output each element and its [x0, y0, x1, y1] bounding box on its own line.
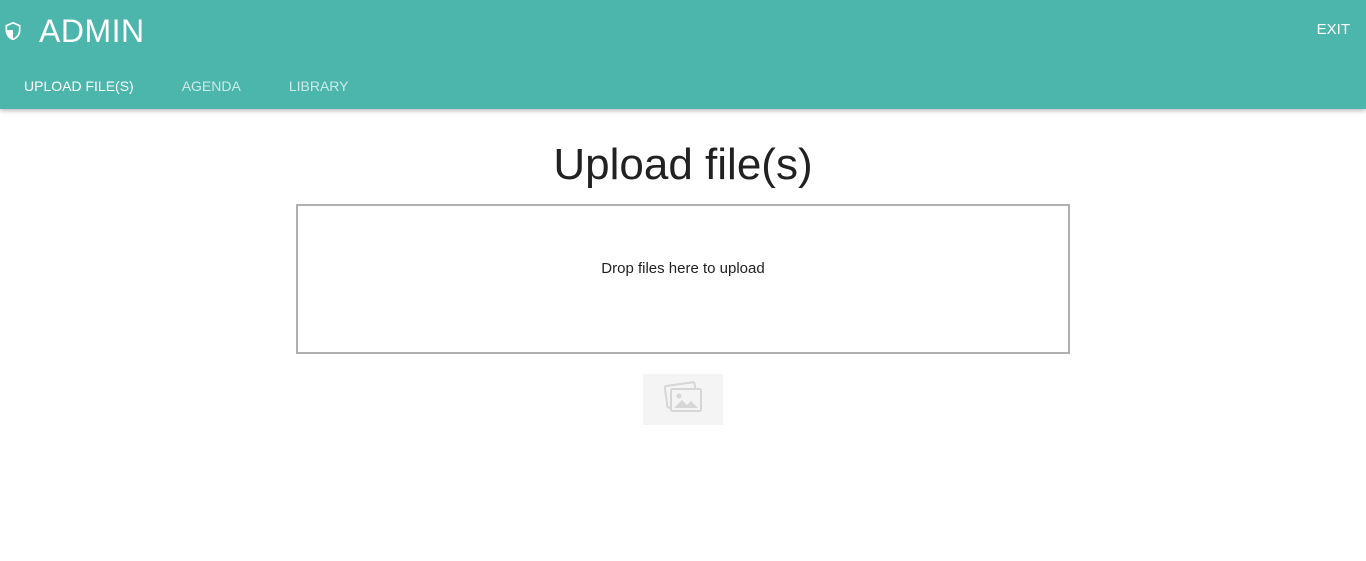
app-header: ADMIN EXIT UPLOAD FILE(S) AGENDA LIBRARY	[0, 0, 1366, 109]
tab-library[interactable]: LIBRARY	[265, 64, 373, 109]
tab-agenda[interactable]: AGENDA	[158, 64, 265, 109]
file-preview-placeholder	[643, 374, 723, 425]
image-placeholder-icon	[663, 380, 703, 419]
exit-button[interactable]: EXIT	[1317, 20, 1350, 40]
app-title: ADMIN	[39, 13, 145, 49]
brand: ADMIN	[0, 8, 145, 54]
shield-icon	[2, 20, 24, 42]
page-title: Upload file(s)	[553, 140, 813, 189]
tab-upload-files[interactable]: UPLOAD FILE(S)	[0, 64, 158, 109]
nav-tabs: UPLOAD FILE(S) AGENDA LIBRARY	[0, 64, 373, 109]
dropzone-label: Drop files here to upload	[601, 260, 765, 277]
file-dropzone[interactable]: Drop files here to upload	[296, 204, 1070, 354]
